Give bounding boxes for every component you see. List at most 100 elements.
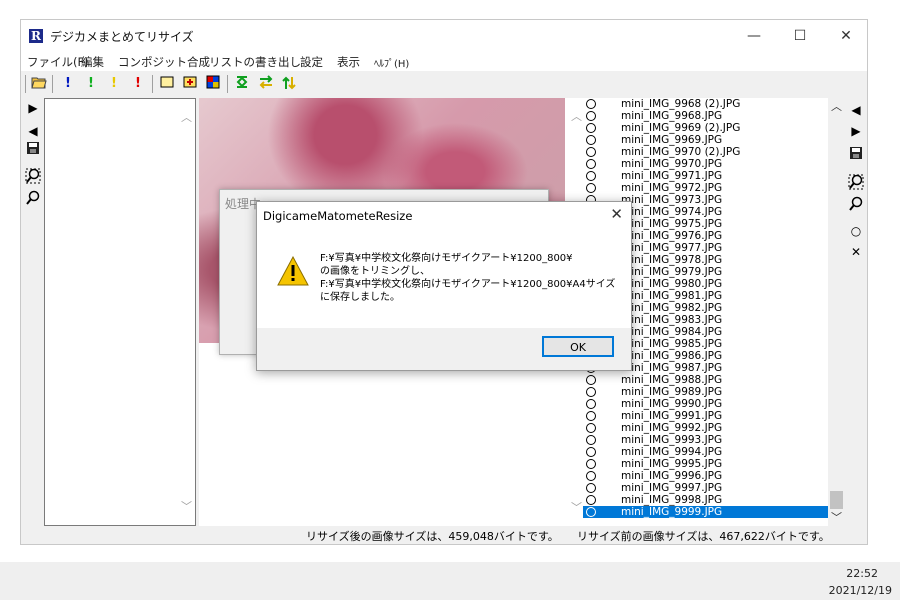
file-list-item[interactable]: mini_IMG_9997.JPG [583,482,845,494]
prev-icon[interactable]: ◀ [23,121,43,141]
grid-color-icon[interactable] [204,75,222,93]
toolbar: ! ! ! ! [21,73,867,95]
file-name: mini_IMG_9968.JPG [621,110,723,122]
file-list-item[interactable]: mini_IMG_9968 (2).JPG [583,98,845,110]
message-line: F:¥写真¥中学校文化祭向けモザイクアート¥1200_800¥ [320,253,573,264]
file-list-item[interactable]: mini_IMG_9994.JPG [583,446,845,458]
file-name: mini_IMG_9993.JPG [621,434,723,446]
circle-mark-icon [586,447,596,457]
menu-composite[interactable]: コンポジット合成 [118,54,210,70]
status-bar: リサイズ後の画像サイズは、459,048バイトです。 リサイズ前の画像サイズは、… [21,525,867,544]
file-list-item[interactable]: mini_IMG_9968.JPG [583,110,845,122]
file-name: mini_IMG_9979.JPG [621,266,723,278]
menu-settings[interactable]: 設定 [300,54,323,70]
menu-help[interactable]: ﾍﾙﾌﾟ(H) [374,55,409,70]
circle-mark-icon [586,399,596,409]
save-icon[interactable] [846,146,866,166]
zoom-fit-icon[interactable] [846,174,866,194]
next-icon[interactable]: ▶ [23,98,43,118]
menu-file[interactable]: ファイル(F) [27,54,89,70]
exclaim-blue-icon[interactable]: ! [59,75,77,93]
menu-edit[interactable]: 編集 [81,54,104,70]
ok-button[interactable]: OK [542,336,614,357]
toolbar-separator [227,75,228,93]
file-list-item[interactable]: mini_IMG_9989.JPG [583,386,845,398]
exclaim-green-icon[interactable]: ! [82,75,100,93]
file-list-item[interactable]: mini_IMG_9972.JPG [583,182,845,194]
file-name: mini_IMG_9977.JPG [621,242,723,254]
next-icon[interactable]: ▶ [846,121,866,141]
file-list-item[interactable]: mini_IMG_9995.JPG [583,458,845,470]
circle-mark-icon[interactable]: ○ [846,221,866,241]
circle-mark-icon [586,135,596,145]
taskbar: 22:52 2021/12/19 [0,562,900,600]
file-list-item[interactable]: mini_IMG_9996.JPG [583,470,845,482]
file-name: mini_IMG_9974.JPG [621,206,723,218]
circle-mark-icon [586,423,596,433]
file-list-item[interactable]: mini_IMG_9999.JPG [583,506,845,518]
file-list-item[interactable]: mini_IMG_9998.JPG [583,494,845,506]
app-logo-icon: R [29,29,43,43]
file-name: mini_IMG_9991.JPG [621,410,723,422]
dialog-footer: OK [257,328,631,370]
file-list-item[interactable]: mini_IMG_9970.JPG [583,158,845,170]
open-folder-icon[interactable] [30,75,48,93]
taskbar-time[interactable]: 22:52 [846,567,878,580]
file-name: mini_IMG_9973.JPG [621,194,723,206]
file-name: mini_IMG_9994.JPG [621,446,723,458]
scroll-up-icon[interactable]: ︿ [178,109,195,126]
title-bar[interactable]: R デジカメまとめてリサイズ — ☐ ✕ [21,20,867,52]
zoom-icon[interactable] [23,190,43,210]
file-name: mini_IMG_9978.JPG [621,254,723,266]
swap-horizontal-icon[interactable] [257,75,275,93]
close-button[interactable]: ✕ [823,20,869,52]
swap-vertical-icon[interactable] [280,75,298,93]
circle-mark-icon [586,495,596,505]
toolbar-separator [52,75,53,93]
file-list-item[interactable]: mini_IMG_9970 (2).JPG [583,146,845,158]
taskbar-date[interactable]: 2021/12/19 [829,584,892,597]
message-line: の画像をトリミングし、 [320,266,430,277]
maximize-button[interactable]: ☐ [777,20,823,52]
file-name: mini_IMG_9980.JPG [621,278,723,290]
file-list-item[interactable]: mini_IMG_9992.JPG [583,422,845,434]
crop-frame-icon[interactable] [158,75,176,93]
minimize-button[interactable]: — [731,20,777,52]
exclaim-red-icon[interactable]: ! [129,75,147,93]
file-list-item[interactable]: mini_IMG_9991.JPG [583,410,845,422]
tree-scrollbar[interactable]: ︿ ﹀ [178,99,195,525]
cross-mark-icon[interactable]: ✕ [846,242,866,262]
save-icon[interactable] [23,141,43,161]
dialog-close-icon[interactable]: ✕ [610,205,623,223]
scroll-up-icon[interactable]: ︿ [828,98,845,115]
zoom-icon[interactable] [846,196,866,216]
file-name: mini_IMG_9970 (2).JPG [621,146,741,158]
file-list-item[interactable]: mini_IMG_9993.JPG [583,434,845,446]
prev-icon[interactable]: ◀ [846,100,866,120]
message-dialog-title: DigicameMatometeResize [263,209,413,223]
menu-view[interactable]: 表示 [337,54,360,70]
scroll-down-icon[interactable]: ﹀ [828,509,845,526]
menu-export-list[interactable]: リストの書き出し [209,54,301,70]
exclaim-yellow-icon[interactable]: ! [105,75,123,93]
file-list-item[interactable]: mini_IMG_9969.JPG [583,134,845,146]
scroll-thumb[interactable] [830,491,843,509]
folder-tree-panel[interactable]: ︿ ﹀ [44,98,196,526]
file-name: mini_IMG_9986.JPG [621,350,723,362]
file-list-item[interactable]: mini_IMG_9971.JPG [583,170,845,182]
file-name: mini_IMG_9988.JPG [621,374,723,386]
file-list-scrollbar[interactable]: ︿ ﹀ [828,98,845,526]
file-name: mini_IMG_9987.JPG [621,362,723,374]
scroll-down-icon[interactable]: ﹀ [178,498,195,515]
zoom-fit-icon[interactable] [23,168,43,188]
file-name: mini_IMG_9985.JPG [621,338,723,350]
crop-plus-icon[interactable] [181,75,199,93]
status-before-size: リサイズ前の画像サイズは、467,622バイトです。 [577,530,830,543]
file-list-item[interactable]: mini_IMG_9988.JPG [583,374,845,386]
window-title: デジカメまとめてリサイズ [50,30,194,44]
merge-icon[interactable] [233,75,251,93]
file-list-item[interactable]: mini_IMG_9990.JPG [583,398,845,410]
file-list-item[interactable]: mini_IMG_9969 (2).JPG [583,122,845,134]
status-after-size: リサイズ後の画像サイズは、459,048バイトです。 [306,530,559,543]
file-name: mini_IMG_9992.JPG [621,422,723,434]
